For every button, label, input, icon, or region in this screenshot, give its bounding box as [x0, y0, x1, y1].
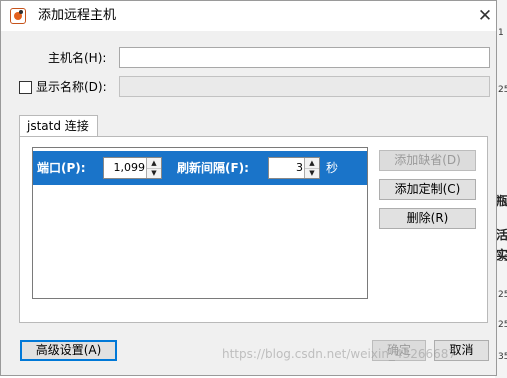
- display-name-input: [119, 76, 490, 97]
- refresh-interval-value[interactable]: 3: [296, 160, 303, 176]
- display-name-label: 显示名称(D):: [36, 80, 107, 94]
- dialog-title: 添加远程主机: [38, 8, 117, 23]
- spin-down-icon[interactable]: ▼: [147, 168, 161, 178]
- add-default-button[interactable]: 添加缺省(D): [379, 150, 476, 171]
- port-label: 端口(P):: [37, 161, 86, 175]
- host-name-input[interactable]: [119, 47, 490, 68]
- display-name-checkbox[interactable]: [19, 81, 32, 94]
- delete-button[interactable]: 删除(R): [379, 208, 476, 229]
- advanced-settings-button[interactable]: 高级设置(A): [20, 340, 117, 361]
- host-name-label: 主机名(H):: [48, 51, 107, 65]
- refresh-interval-spinner[interactable]: 3 ▲ ▼: [268, 157, 320, 179]
- add-custom-button[interactable]: 添加定制(C): [379, 179, 476, 200]
- spin-down-icon[interactable]: ▼: [305, 168, 319, 178]
- background-text: 35: [498, 254, 507, 264]
- background-text: 25: [498, 290, 507, 300]
- seconds-unit-label: 秒: [326, 161, 339, 175]
- app-icon: [10, 8, 26, 24]
- background-text: 25: [498, 320, 507, 330]
- background-text: 瓶: [496, 194, 507, 208]
- tab-jstatd[interactable]: jstatd 连接: [19, 115, 98, 137]
- refresh-interval-label: 刷新间隔(F):: [177, 161, 249, 175]
- port-value[interactable]: 1,099: [114, 160, 146, 176]
- watermark: https://blog.csdn.net/weixin_43266687: [222, 347, 457, 361]
- port-spinner[interactable]: 1,099 ▲ ▼: [103, 157, 162, 179]
- title-bar: 添加远程主机 ✕: [1, 1, 496, 31]
- add-remote-host-dialog: 添加远程主机 ✕ 主机名(H): 显示名称(D): jstatd 连接 端口(P…: [0, 0, 497, 376]
- background-text: 1: [498, 28, 504, 38]
- background-text: 25: [498, 85, 507, 95]
- background-text: 活: [496, 228, 507, 242]
- close-icon[interactable]: ✕: [473, 4, 497, 28]
- background-text: 35: [498, 352, 507, 362]
